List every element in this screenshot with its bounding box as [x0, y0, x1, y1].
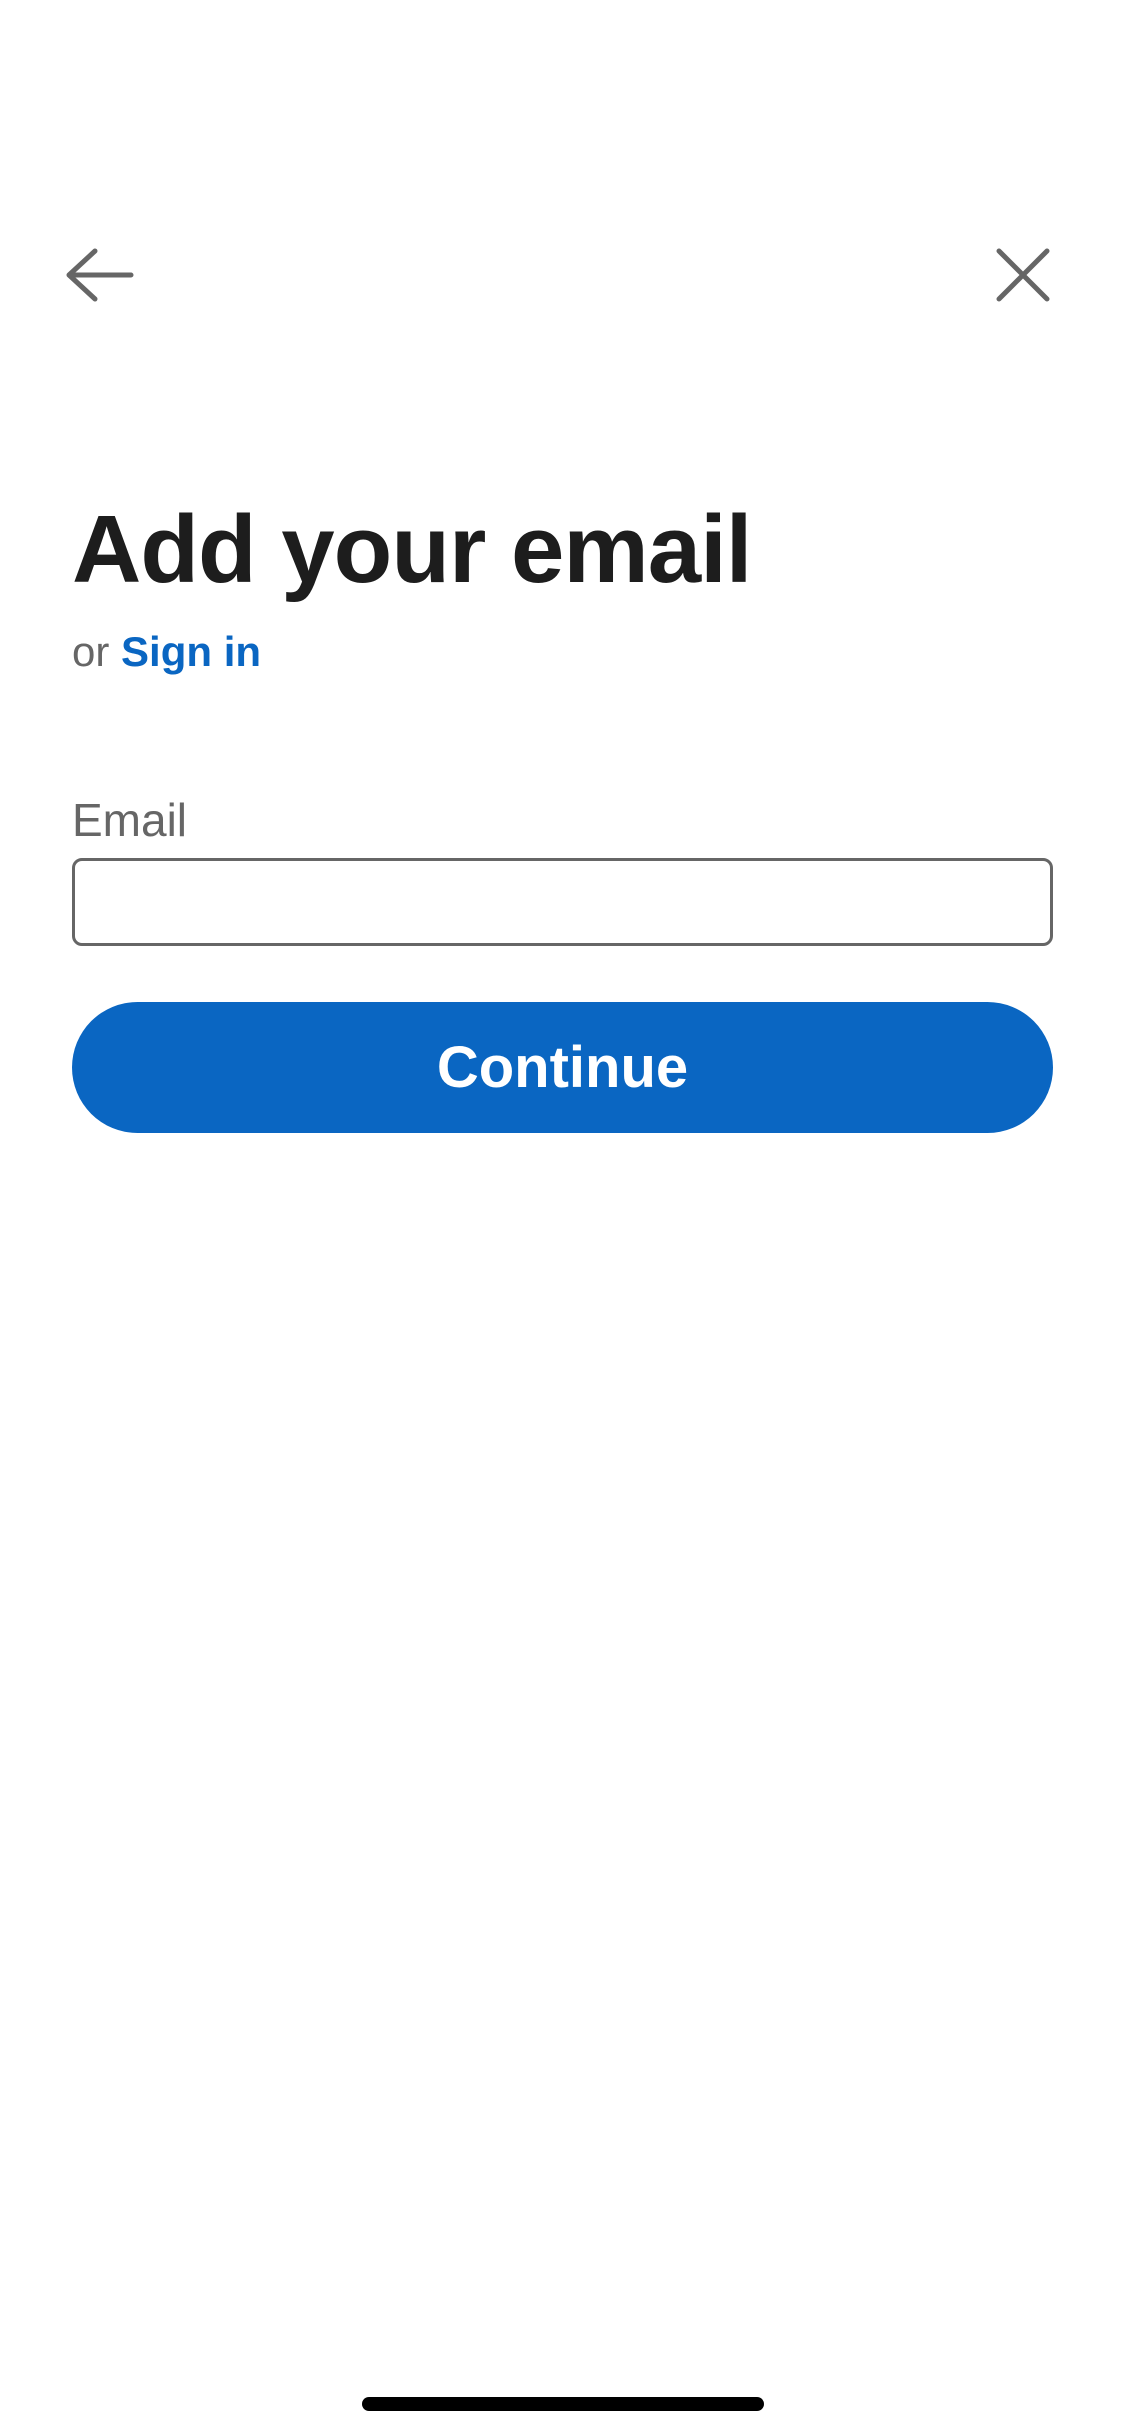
arrow-left-icon	[66, 248, 134, 302]
email-form: Add your email or Sign in Email Continue	[72, 490, 1053, 1133]
home-indicator	[362, 2397, 764, 2411]
signin-prefix: or	[72, 628, 110, 675]
signin-link[interactable]: Sign in	[121, 628, 261, 675]
close-button[interactable]	[978, 230, 1068, 320]
page-title: Add your email	[72, 496, 752, 603]
email-label: Email	[72, 794, 188, 846]
top-navigation-bar	[0, 0, 1125, 350]
continue-button[interactable]: Continue	[72, 1002, 1053, 1133]
close-icon	[996, 248, 1050, 302]
signin-row: or Sign in	[72, 622, 1053, 682]
back-button[interactable]	[55, 230, 145, 320]
email-field[interactable]	[72, 858, 1053, 946]
